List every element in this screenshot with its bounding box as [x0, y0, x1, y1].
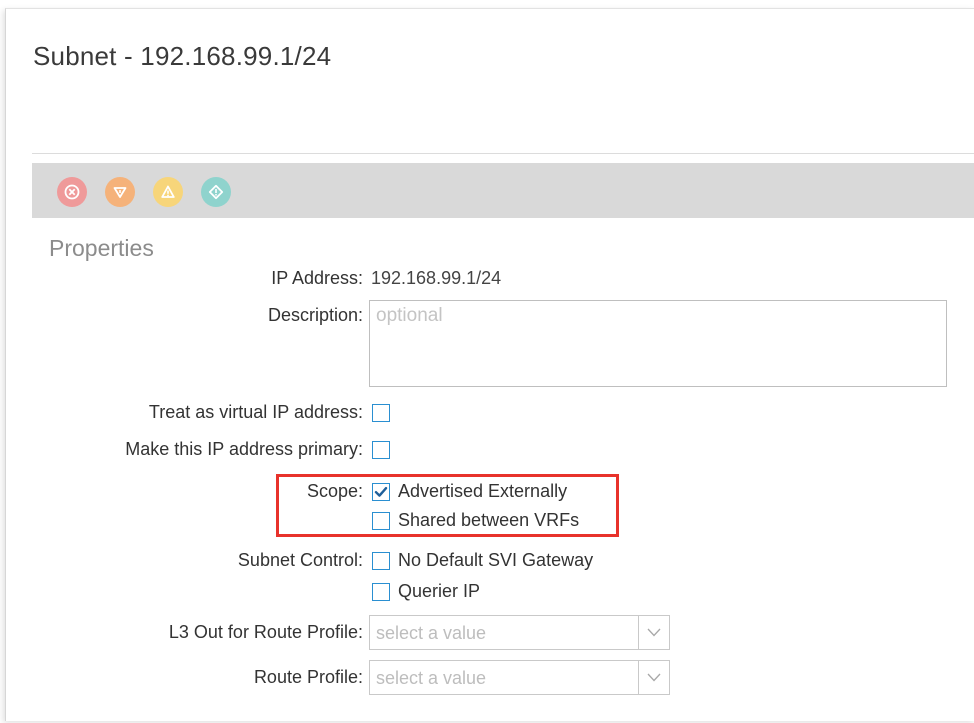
- route-profile-label: Route Profile:: [253, 667, 363, 687]
- checkmark-icon: [374, 487, 388, 497]
- properties-heading: Properties: [49, 235, 154, 261]
- page-title: Subnet - 192.168.99.1/24: [33, 41, 332, 71]
- route-profile-select[interactable]: select a value: [369, 660, 670, 695]
- l3out-route-profile-select[interactable]: select a value: [369, 615, 670, 650]
- virtual-ip-checkbox[interactable]: [372, 404, 390, 422]
- ip-address-label: IP Address:: [271, 268, 363, 288]
- shared-between-vrfs-label: Shared between VRFs: [398, 510, 580, 530]
- description-field[interactable]: [369, 300, 947, 387]
- critical-fault-icon[interactable]: [57, 177, 87, 207]
- virtual-ip-label: Treat as virtual IP address:: [148, 402, 363, 422]
- divider: [32, 153, 974, 154]
- shared-between-vrfs-checkbox[interactable]: [372, 512, 390, 530]
- primary-ip-checkbox[interactable]: [372, 441, 390, 459]
- advertised-externally-label: Advertised Externally: [398, 481, 568, 501]
- l3out-route-profile-label: L3 Out for Route Profile:: [168, 622, 363, 642]
- fault-toolbar: [32, 163, 974, 218]
- description-label: Description:: [267, 305, 363, 325]
- querier-ip-label: Querier IP: [398, 581, 481, 601]
- scope-label: Scope:: [306, 481, 363, 501]
- description-input[interactable]: [370, 301, 946, 386]
- l3out-route-profile-placeholder: select a value: [376, 623, 487, 643]
- route-profile-placeholder: select a value: [376, 668, 487, 688]
- warning-fault-icon[interactable]: [201, 177, 231, 207]
- primary-ip-label: Make this IP address primary:: [125, 439, 363, 459]
- no-default-svi-gateway-checkbox[interactable]: [372, 552, 390, 570]
- subnet-control-label: Subnet Control:: [237, 550, 363, 570]
- advertised-externally-checkbox[interactable]: [372, 483, 390, 501]
- querier-ip-checkbox[interactable]: [372, 583, 390, 601]
- major-fault-icon[interactable]: [105, 177, 135, 207]
- subnet-panel: Subnet - 192.168.99.1/24 Properties IP A…: [5, 8, 974, 721]
- no-default-svi-gateway-label: No Default SVI Gateway: [398, 550, 594, 570]
- ip-address-value: 192.168.99.1/24: [371, 268, 502, 288]
- chevron-down-icon[interactable]: [638, 616, 669, 649]
- minor-fault-icon[interactable]: [153, 177, 183, 207]
- chevron-down-icon[interactable]: [638, 661, 669, 694]
